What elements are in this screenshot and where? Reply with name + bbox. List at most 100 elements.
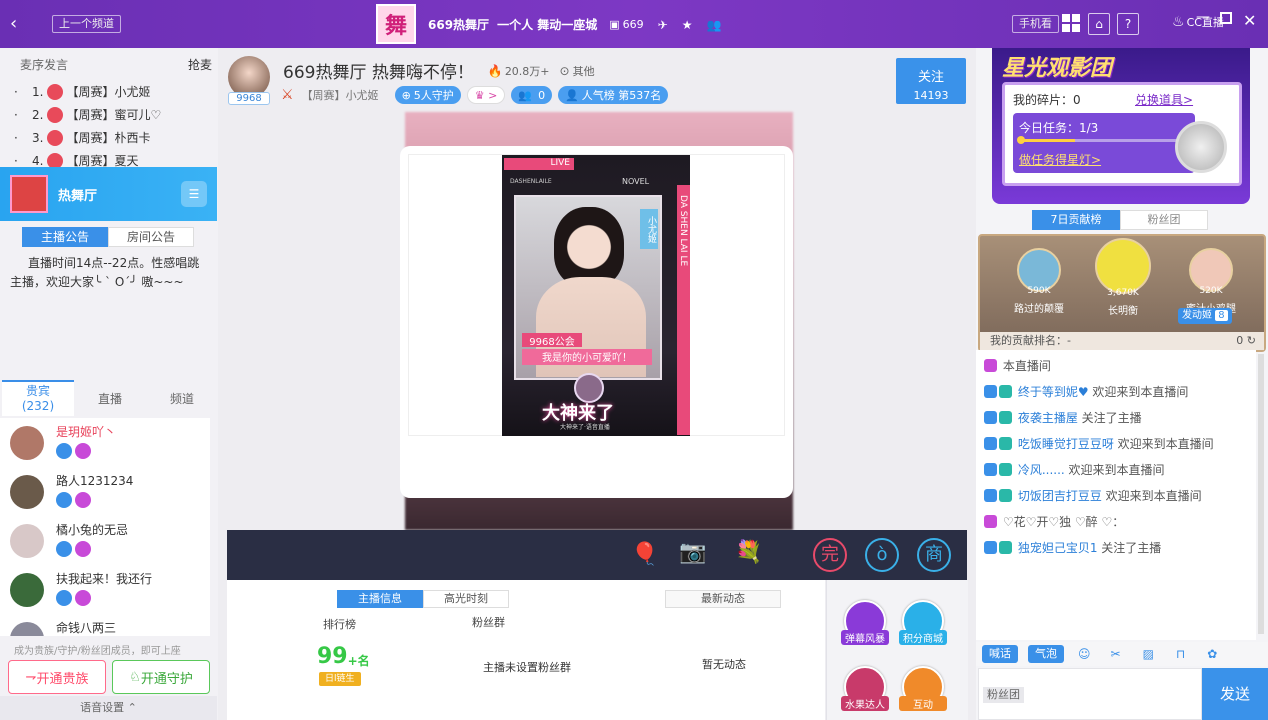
favorite-icon[interactable]: ★ — [682, 18, 693, 32]
camera-gift-icon[interactable]: 📷 — [679, 540, 706, 565]
image-icon[interactable]: ▨ — [1143, 647, 1154, 661]
list-item[interactable]: 扶我起来！我还行 — [0, 565, 210, 614]
list-item[interactable]: 命钱八两三 — [0, 614, 210, 636]
chat-user-name[interactable]: 终于等到妮♥ — [1018, 385, 1089, 399]
tab-fan-club[interactable]: 粉丝团 — [1120, 210, 1208, 230]
chat-user-name[interactable]: 切饭团吉打豆豆 — [1018, 489, 1102, 503]
list-item[interactable]: 是玥姬吖丶 — [0, 418, 210, 467]
user-name: 橘小兔的无忌 — [56, 523, 129, 537]
chat-user-name[interactable]: 夜袭主播屋 — [1018, 411, 1078, 425]
user-name: 命钱八两三 — [56, 621, 117, 635]
other-link[interactable]: 其他 — [573, 63, 595, 79]
badge-icon — [984, 515, 997, 528]
contributor-name: 长明衡 — [1108, 306, 1138, 317]
tab-anchor-info[interactable]: 主播信息 — [337, 590, 423, 608]
avatar — [10, 474, 44, 509]
chat-user-name[interactable]: 吃饭睡觉打豆豆呀 — [1018, 437, 1114, 451]
badge-icon — [999, 437, 1012, 450]
room-logo[interactable]: 舞 — [376, 4, 416, 44]
chat-text: 欢迎来到本直播间 — [1092, 385, 1189, 399]
shop-icon[interactable]: 商 — [917, 538, 951, 572]
bubble-button[interactable]: 气泡 — [1028, 645, 1064, 663]
open-guard-button[interactable]: ♘ 开通守护 — [112, 660, 210, 694]
menu-icon[interactable]: ☰ — [181, 181, 207, 207]
chat-user-name[interactable]: 独宠妲己宝贝1 — [1018, 541, 1098, 555]
tab-news[interactable]: 最新动态 — [665, 590, 781, 608]
notification-icon[interactable]: ⌂ — [1088, 13, 1110, 35]
lock-icon[interactable]: ⊓ — [1176, 647, 1185, 661]
minimize-icon[interactable]: — — [1196, 9, 1210, 25]
list-item[interactable]: 路人1231234 — [0, 467, 210, 516]
tab-channel[interactable]: 频道 — [146, 390, 218, 407]
do-task-link[interactable]: 做任务得星灯> — [1019, 151, 1101, 168]
gift-feature-button[interactable]: 互动 — [899, 666, 947, 711]
chat-text: 本直播间 — [1002, 359, 1051, 373]
maximize-icon[interactable] — [1220, 12, 1232, 24]
tab-highlights[interactable]: 高光时刻 — [423, 590, 509, 608]
rank-item[interactable]: · 3. 【周赛】 朴西卡 — [0, 126, 210, 149]
users-icon[interactable]: 👥 — [706, 18, 721, 32]
open-noble-button[interactable]: ⇁ 开通贵族 — [8, 660, 106, 694]
room-title-group: 669热舞厅 一个人 舞动一座城 ▣ 669 ✈ ★ 👥 — [428, 16, 721, 33]
top-contributor[interactable]: 520K蜜汁小鸡腿 — [1176, 248, 1246, 315]
rank-header: 麦序发言 抢麦 — [20, 56, 212, 73]
gift-feature-button[interactable]: 水果达人 — [841, 666, 889, 711]
share-icon[interactable]: ✈ — [658, 18, 668, 32]
tab-vip[interactable]: 贵宾 (232) — [2, 380, 74, 416]
follow-button[interactable]: 关注 14193 — [896, 58, 966, 104]
help-icon[interactable]: ? — [1117, 13, 1139, 35]
gift-panel-icon[interactable]: 完 — [813, 538, 847, 572]
chat-user-name[interactable]: 冷风...... — [1018, 463, 1065, 477]
back-icon[interactable]: ‹ — [10, 13, 17, 34]
star-banner[interactable]: 星光观影团 我的碎片：0 兑换道具> 今日任务：1/3 做任务得星灯> — [992, 48, 1250, 204]
tab-room-notice[interactable]: 房间公告 — [108, 227, 194, 247]
shout-button[interactable]: 喊话 — [982, 645, 1018, 663]
badge-icon — [999, 385, 1012, 398]
close-icon[interactable]: ✕ — [1243, 11, 1256, 30]
mobile-watch-button[interactable]: 手机看 — [1012, 15, 1059, 33]
level-icon — [984, 411, 997, 424]
send-button[interactable]: 发送 — [1202, 668, 1268, 720]
voice-settings-button[interactable]: 语音设置 ⌃ — [0, 696, 217, 720]
settings-icon[interactable]: ✿ — [1207, 647, 1217, 661]
top-contributor[interactable]: 590K 路过的颠覆 — [1004, 248, 1074, 315]
prev-channel-button[interactable]: 上一个频道 — [52, 15, 121, 33]
popularity-chip[interactable]: 👤 人气榜 第537名 — [558, 86, 669, 104]
chat-input[interactable]: 粉丝团 — [978, 668, 1202, 720]
tab-live[interactable]: 直播 — [74, 390, 146, 407]
channel-banner[interactable]: 热舞厅 ☰ — [0, 167, 217, 221]
list-item[interactable]: 橘小兔的无忌 — [0, 516, 210, 565]
promo-text: 成为贵族/守护/粉丝团成员，即可上座 — [14, 646, 181, 657]
chat-scrollbar[interactable] — [1258, 354, 1264, 634]
emoji-icon[interactable]: ☺ — [1078, 647, 1091, 661]
room-slogan: 一个人 舞动一座城 — [497, 18, 598, 32]
gift-feature-label: 水果达人 — [841, 696, 889, 711]
rank-item[interactable]: · 2. 【周赛】 蜜可儿♡ — [0, 103, 210, 126]
flower-gift-icon[interactable]: 💐 — [735, 540, 762, 565]
top-contributor[interactable]: 3,670K 长明衡 — [1088, 238, 1158, 317]
exchange-link[interactable]: 兑换道具> — [1135, 91, 1193, 108]
bag-icon[interactable]: ò — [865, 538, 899, 572]
poster-brand: DASHENLAILE — [510, 178, 552, 185]
chat-message: 切饭团吉打豆豆 欢迎来到本直播间 — [976, 486, 1256, 506]
chat-text: 关注了主播 — [1081, 411, 1142, 425]
grab-mic-button[interactable]: 抢麦 — [188, 56, 212, 73]
fan-chip[interactable]: ♛ > — [466, 86, 506, 104]
balloon-gift-icon[interactable]: 🎈 — [631, 542, 658, 567]
gift-feature-button[interactable]: 积分商城 — [899, 600, 947, 645]
grid-icon[interactable] — [1062, 14, 1080, 32]
other-icon[interactable]: ⊙ — [560, 64, 570, 78]
level-icon — [56, 541, 72, 557]
top3-board: 590K 路过的颠覆 3,670K 长明衡 520K蜜汁小鸡腿 发动姬 8 我的贡献排名… — [978, 234, 1266, 352]
rank-item[interactable]: · 1. 【周赛】 小尤姬 — [0, 80, 210, 103]
stream-title: 669热舞厅 热舞嗨不停！ — [283, 63, 474, 83]
rank-suffix: +名 — [347, 654, 370, 668]
fans-count-chip[interactable]: 👥 0 — [511, 86, 553, 104]
tab-weekly-contribution[interactable]: 7日贡献榜 — [1032, 210, 1120, 230]
scissors-icon[interactable]: ✂ — [1111, 647, 1121, 661]
chat-list: 本直播间 终于等到妮♥ 欢迎来到本直播间 夜袭主播屋 关注了主播 吃饭睡觉打豆豆… — [976, 350, 1256, 640]
tab-anchor-notice[interactable]: 主播公告 — [22, 227, 108, 247]
gift-feature-button[interactable]: 弹幕风暴 — [841, 600, 889, 645]
contributor-score: 520K — [1199, 286, 1223, 296]
guard-chip[interactable]: ⊕ 5人守护 — [394, 86, 461, 104]
